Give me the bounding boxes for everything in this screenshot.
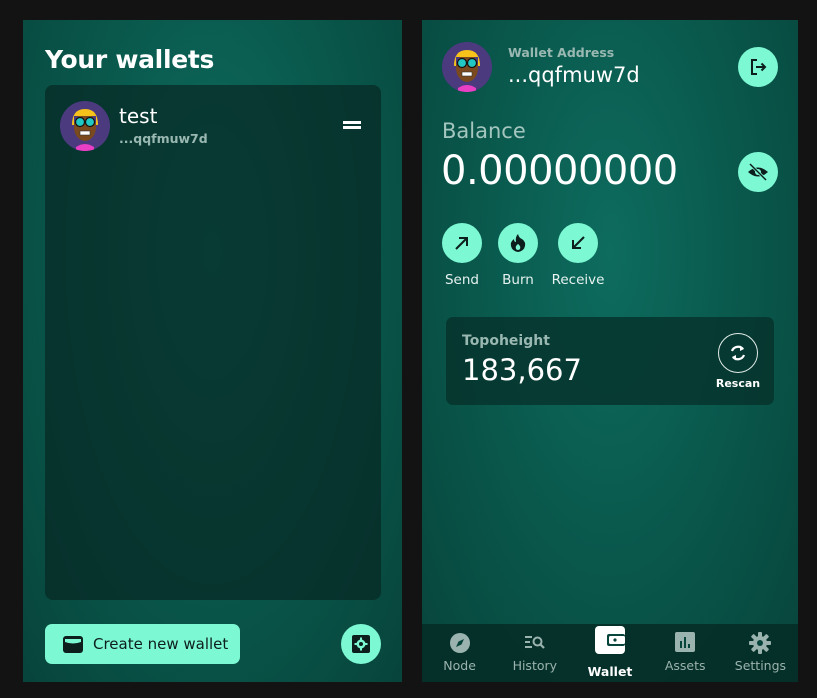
- settings-icon: [352, 635, 370, 653]
- receive-button[interactable]: [558, 223, 598, 263]
- wallet-icon: [595, 626, 625, 654]
- nav-node-label: Node: [443, 658, 476, 673]
- rescan-circle[interactable]: [718, 333, 758, 373]
- burn-label: Burn: [502, 272, 534, 288]
- arrow-down-left-icon: [572, 236, 585, 249]
- refresh-icon: [730, 345, 746, 361]
- send-button[interactable]: [442, 223, 482, 263]
- nav-wallet-label: Wallet: [587, 664, 633, 679]
- chart-icon: [675, 632, 696, 652]
- bottom-nav: Node History Wallet Assets Settings: [422, 624, 798, 682]
- create-wallet-label: Create new wallet: [93, 635, 229, 653]
- balance-value: 0.00000000: [441, 148, 678, 194]
- receive-label: Receive: [551, 272, 605, 288]
- logout-button[interactable]: [738, 47, 778, 87]
- wallet-name: test: [119, 104, 158, 128]
- burn-button[interactable]: [498, 223, 538, 263]
- avatar-icon: [60, 101, 110, 151]
- nav-wallet[interactable]: Wallet: [572, 624, 647, 682]
- wallet-address-value[interactable]: ...qqfmuw7d: [508, 63, 640, 87]
- rescan-button[interactable]: Rescan: [714, 333, 762, 390]
- wallet-panel: Wallet Address ...qqfmuw7d Balance 0.000…: [422, 20, 798, 682]
- compass-icon: [449, 633, 470, 653]
- rescan-label: Rescan: [715, 377, 761, 390]
- drag-handle-icon[interactable]: [343, 121, 361, 129]
- send-label: Send: [444, 272, 479, 288]
- hide-balance-button[interactable]: [738, 152, 778, 192]
- avatar: [442, 42, 492, 92]
- logout-icon: [751, 59, 767, 75]
- topoheight-label: Topoheight: [462, 333, 550, 349]
- nav-assets-label: Assets: [664, 658, 706, 673]
- nav-settings[interactable]: Settings: [723, 624, 798, 682]
- nav-node[interactable]: Node: [422, 624, 497, 682]
- topoheight-value: 183,667: [462, 353, 582, 387]
- page-title: Your wallets: [45, 45, 215, 74]
- send-action[interactable]: Send: [432, 223, 492, 288]
- create-wallet-button[interactable]: Create new wallet: [45, 624, 240, 664]
- eye-off-icon: [748, 163, 768, 181]
- burn-action[interactable]: Burn: [488, 223, 548, 288]
- balance-label: Balance: [442, 119, 526, 143]
- wallets-list: test ...qqfmuw7d: [45, 85, 381, 600]
- wallet-address-label: Wallet Address: [508, 45, 615, 60]
- nav-history[interactable]: History: [497, 624, 572, 682]
- arrow-up-right-icon: [455, 237, 468, 250]
- wallet-list-item[interactable]: test ...qqfmuw7d: [45, 85, 381, 155]
- fire-icon: [510, 234, 526, 252]
- gear-icon: [749, 632, 772, 654]
- topoheight-card: Topoheight 183,667 Rescan: [446, 317, 774, 405]
- avatar-icon: [442, 42, 492, 92]
- history-search-icon: [524, 636, 545, 649]
- settings-button[interactable]: [341, 624, 381, 664]
- wallet-address: ...qqfmuw7d: [119, 131, 208, 146]
- receive-action[interactable]: Receive: [548, 223, 608, 288]
- avatar: [60, 101, 110, 151]
- nav-history-label: History: [512, 658, 558, 673]
- nav-settings-label: Settings: [734, 658, 787, 673]
- nav-assets[interactable]: Assets: [648, 624, 723, 682]
- wallets-panel: Your wallets test ...qqfmuw7d Create new…: [23, 20, 402, 682]
- wallet-icon: [63, 635, 83, 653]
